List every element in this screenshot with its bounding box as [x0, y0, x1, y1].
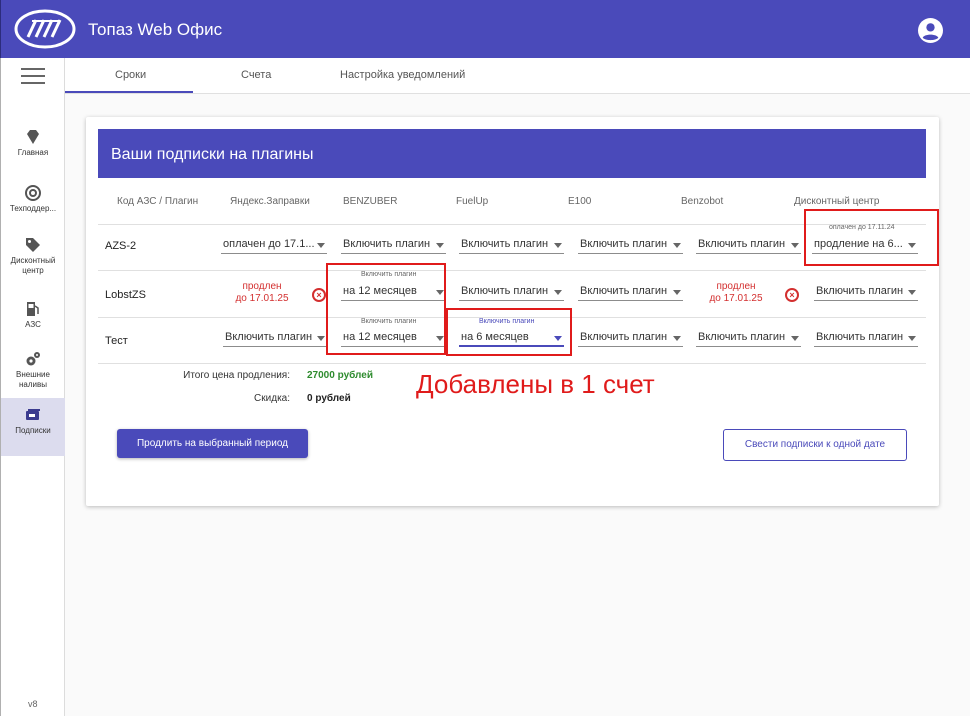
plugin-select[interactable]: Включить плагин	[341, 236, 446, 254]
sidebar-item-support[interactable]: Техподдер...	[1, 176, 65, 234]
chevron-down-icon	[673, 290, 681, 295]
sidebar-item-label: АЗС	[25, 320, 41, 329]
row-divider	[98, 270, 926, 271]
chevron-down-icon	[554, 290, 562, 295]
station-name: Тест	[105, 335, 128, 347]
sidebar-item-label: Техподдер...	[9, 204, 57, 213]
plugin-select[interactable]: Включить плагин	[814, 329, 918, 347]
app-title: Топаз Web Офис	[88, 20, 223, 39]
active-tab-indicator	[65, 91, 193, 93]
chevron-down-icon	[908, 290, 916, 295]
tab-bar: Сроки Счета Настройка уведомлений	[65, 58, 970, 94]
card-header: Ваши подписки на плагины	[98, 129, 926, 178]
gears-icon	[26, 352, 40, 366]
column-header: Код АЗС / Плагин	[117, 196, 199, 207]
column-header: Benzobot	[681, 196, 724, 207]
plugin-select[interactable]: Включить плагин	[814, 283, 918, 301]
renewed-status: продлен до 17.01.25	[235, 281, 289, 304]
diamond-icon	[27, 130, 39, 144]
station-name: LobstZS	[105, 289, 146, 301]
sidebar-item-label: Дисконтный центр	[10, 256, 56, 275]
plugin-select[interactable]: Включить плагин	[696, 236, 801, 254]
plugin-select[interactable]: Включить плагин	[578, 329, 683, 347]
subscriptions-icon	[26, 409, 40, 420]
column-header: Яндекс.Заправки	[230, 196, 310, 207]
plugin-select[interactable]: Включить плагин	[578, 283, 683, 301]
highlight-box	[804, 209, 939, 266]
column-header: E100	[568, 196, 592, 207]
account-icon[interactable]	[918, 18, 943, 43]
sidebar-item-label: Главная	[17, 148, 49, 157]
tab-notification-settings[interactable]: Настройка уведомлений	[340, 69, 465, 81]
highlight-box	[326, 263, 446, 355]
renewed-status: продлен до 17.01.25	[709, 281, 763, 304]
plugin-select[interactable]: Включить плагин	[459, 283, 564, 301]
lifebuoy-icon	[25, 185, 41, 201]
total-price-label: Итого цена продления:	[183, 370, 290, 381]
chevron-down-icon	[791, 336, 799, 341]
tag-icon	[26, 238, 40, 252]
column-header: Дисконтный центр	[794, 196, 880, 207]
discount-value: 0 рублей	[307, 393, 351, 404]
sidebar-item-external-fills[interactable]: Внешние наливы	[1, 342, 65, 398]
plugin-select[interactable]: Включить плагин	[578, 236, 683, 254]
side-navigation: Главная Техподдер... Дисконтный центр АЗ…	[0, 58, 65, 716]
align-dates-button[interactable]: Свести подписки к одной дате	[723, 429, 907, 461]
renew-period-button[interactable]: Продлить на выбранный период	[117, 429, 308, 458]
cancel-renewal-icon[interactable]: ×	[785, 288, 799, 302]
chevron-down-icon	[673, 336, 681, 341]
chevron-down-icon	[673, 243, 681, 248]
sidebar-item-subscriptions[interactable]: Подписки	[1, 398, 65, 456]
column-header: FuelUp	[456, 196, 489, 207]
total-price-value: 27000 рублей	[307, 370, 373, 381]
row-divider	[98, 363, 926, 364]
sidebar-item-discount-center[interactable]: Дисконтный центр	[1, 228, 65, 290]
hamburger-menu-icon[interactable]	[21, 68, 45, 86]
chevron-down-icon	[436, 243, 444, 248]
discount-label: Скидка:	[254, 393, 290, 404]
topaz-logo-icon	[14, 9, 76, 49]
chevron-down-icon	[317, 336, 325, 341]
tab-terms[interactable]: Сроки	[115, 69, 146, 81]
card-title: Ваши подписки на плагины	[111, 146, 314, 163]
sidebar-item-home[interactable]: Главная	[1, 120, 65, 178]
highlight-box	[446, 308, 572, 356]
cancel-renewal-icon[interactable]: ×	[312, 288, 326, 302]
fuel-pump-icon	[27, 302, 39, 316]
plugin-select[interactable]: Включить плагин	[223, 329, 327, 347]
version-label: v8	[28, 699, 38, 709]
top-app-bar: Топаз Web Офис	[0, 0, 970, 58]
chevron-down-icon	[908, 336, 916, 341]
sidebar-item-label: Внешние наливы	[16, 370, 50, 389]
plugin-select[interactable]: Включить плагин	[696, 329, 801, 347]
chevron-down-icon	[554, 243, 562, 248]
plugin-select[interactable]: Включить плагин	[459, 236, 564, 254]
sidebar-item-label: Подписки	[15, 426, 51, 435]
chevron-down-icon	[791, 243, 799, 248]
chevron-down-icon	[317, 243, 325, 248]
annotation-text: Добавлены в 1 счет	[416, 369, 655, 399]
station-name: AZS-2	[105, 240, 137, 252]
row-divider	[98, 224, 926, 225]
plugin-select[interactable]: оплачен до 17.1...	[221, 236, 327, 254]
tab-invoices[interactable]: Счета	[241, 69, 271, 81]
column-header: BENZUBER	[343, 196, 398, 207]
